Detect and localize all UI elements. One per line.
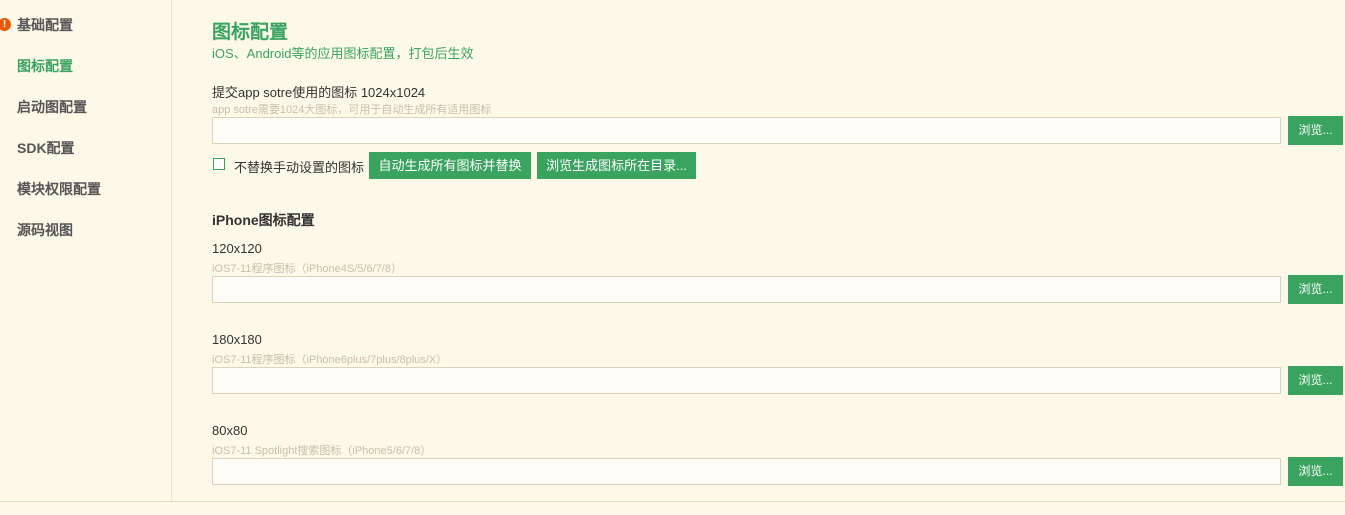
icon-180-path-input[interactable] xyxy=(212,367,1281,394)
icon-120-browse-button[interactable]: 浏览... xyxy=(1288,275,1343,304)
sidebar-item-source-view[interactable]: 源码视图 xyxy=(0,205,171,246)
sidebar: ! 基础配置 图标配置 启动图配置 SDK配置 模块权限配置 源码视图 xyxy=(0,0,172,501)
sidebar-item-sdk-config[interactable]: SDK配置 xyxy=(0,123,171,164)
sidebar-item-label: 基础配置 xyxy=(17,17,73,33)
appstore-icon-browse-button[interactable]: 浏览... xyxy=(1288,116,1343,145)
no-replace-label: 不替换手动设置的图标 xyxy=(234,160,365,175)
page-title: 图标配置 xyxy=(212,22,289,43)
sidebar-item-label: 源码视图 xyxy=(17,222,73,238)
icon-120-path-input[interactable] xyxy=(212,276,1281,303)
sidebar-item-module-permissions[interactable]: 模块权限配置 xyxy=(0,164,171,205)
bottom-divider xyxy=(0,501,1345,502)
appstore-icon-path-input[interactable] xyxy=(212,117,1281,144)
icon-120-label: 120x120 xyxy=(212,241,262,256)
icon-120-hint: iOS7-11程序图标（iPhone4S/5/6/7/8） xyxy=(212,263,402,275)
browse-generated-dir-button[interactable]: 浏览生成图标所在目录... xyxy=(537,152,696,179)
sidebar-item-basic-config[interactable]: ! 基础配置 xyxy=(0,0,171,41)
icon-80-path-input[interactable] xyxy=(212,458,1281,485)
icon-80-label: 80x80 xyxy=(212,423,248,438)
auto-generate-icons-button[interactable]: 自动生成所有图标并替换 xyxy=(369,152,531,179)
appstore-icon-hint: app sotre需要1024大图标，可用于自动生成所有适用图标 xyxy=(212,104,492,116)
icon-180-label: 180x180 xyxy=(212,332,262,347)
sidebar-item-label: SDK配置 xyxy=(17,140,75,156)
iphone-section-title: iPhone图标配置 xyxy=(212,212,315,228)
sidebar-item-icon-config[interactable]: 图标配置 xyxy=(0,41,171,82)
warning-icon: ! xyxy=(0,18,11,31)
sidebar-item-splash-config[interactable]: 启动图配置 xyxy=(0,82,171,123)
sidebar-item-label: 模块权限配置 xyxy=(17,181,101,197)
icon-180-browse-button[interactable]: 浏览... xyxy=(1288,366,1343,395)
icon-80-browse-button[interactable]: 浏览... xyxy=(1288,457,1343,486)
sidebar-item-label: 图标配置 xyxy=(17,58,73,74)
icon-80-hint: iOS7-11 Spotlight搜索图标（iPhone5/6/7/8） xyxy=(212,445,432,457)
appstore-icon-label: 提交app sotre使用的图标 1024x1024 xyxy=(212,85,426,100)
sidebar-item-label: 启动图配置 xyxy=(17,99,87,115)
no-replace-checkbox[interactable] xyxy=(213,158,225,170)
icon-180-hint: iOS7-11程序图标（iPhone6plus/7plus/8plus/X） xyxy=(212,354,448,366)
page-subtitle: iOS、Android等的应用图标配置，打包后生效 xyxy=(212,46,474,61)
